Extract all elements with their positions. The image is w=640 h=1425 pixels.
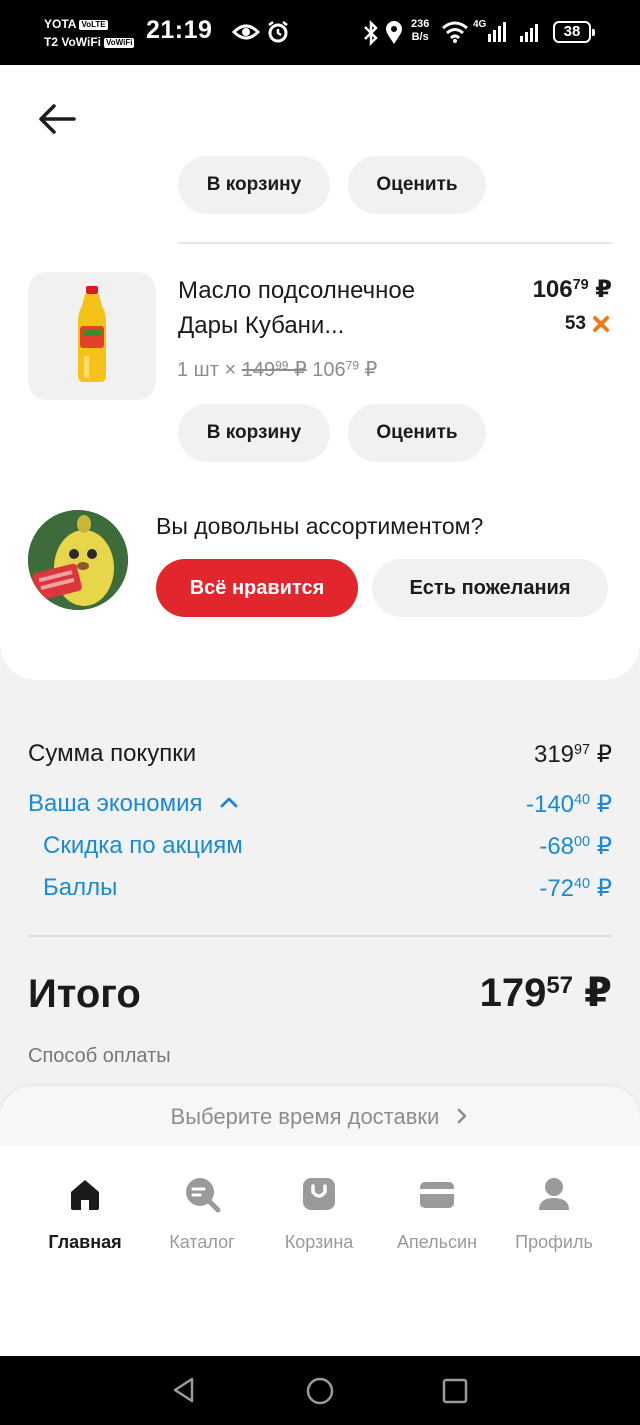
like-all-button[interactable]: Всё нравится — [156, 559, 358, 617]
profile-icon — [539, 1178, 569, 1210]
catalog-search-icon — [186, 1178, 221, 1213]
back-arrow-icon[interactable] — [36, 99, 78, 139]
product-price: 10679 ₽ — [532, 276, 612, 303]
sum-row: Сумма покупки 31997 ₽ — [28, 740, 612, 769]
economy-label[interactable]: Ваша экономия — [28, 790, 239, 819]
order-card: В корзину Оценить Масло подсолнечное Дар… — [0, 65, 640, 680]
summary-divider — [28, 935, 612, 937]
eye-icon — [232, 24, 260, 40]
carrier-2: T2 VoWiFi — [44, 35, 101, 49]
total-value: 17957 ₽ — [479, 971, 612, 1015]
economy-value: -14040 ₽ — [525, 791, 612, 818]
points-label: Баллы — [43, 874, 118, 901]
status-bar: YOTA VoLTE T2 VoWiFi VoWiFi 21:19 236 B/s … — [0, 0, 640, 65]
bottom-tab-bar: Главная Каталог Корзина Апельсин Профиль — [0, 1146, 640, 1356]
chevron-right-icon — [458, 1108, 467, 1124]
total-label: Итого — [28, 972, 141, 1016]
nav-home-icon[interactable] — [305, 1376, 335, 1406]
new-price: 10679 ₽ — [312, 358, 378, 381]
tab-catalog[interactable]: Каталог — [142, 1174, 262, 1253]
vowifi-badge: VoWiFi — [104, 38, 135, 48]
economy-row[interactable]: Ваша экономия -14040 ₽ — [28, 790, 612, 819]
tab-home[interactable]: Главная — [25, 1174, 145, 1253]
carrier-info: YOTA VoLTE T2 VoWiFi VoWiFi — [44, 15, 135, 51]
wifi-icon — [442, 21, 468, 43]
system-navigation-bar — [0, 1356, 640, 1425]
bluetooth-icon — [364, 20, 378, 46]
item-divider — [178, 242, 612, 244]
points-star-icon — [593, 316, 609, 332]
signal-icon-2 — [520, 24, 538, 42]
prev-add-to-cart-button[interactable]: В корзину — [178, 156, 330, 214]
points-value: -7240 ₽ — [539, 875, 612, 902]
promo-value: -6800 ₽ — [539, 833, 612, 860]
tab-apelsin[interactable]: Апельсин — [377, 1174, 497, 1253]
wishes-button[interactable]: Есть пожелания — [372, 559, 608, 617]
prev-rate-button[interactable]: Оценить — [348, 156, 486, 214]
delivery-label: Выберите время доставки — [170, 1104, 440, 1129]
product-points: 53 — [565, 313, 610, 335]
bag-icon — [303, 1178, 335, 1210]
mascot-icon — [28, 510, 128, 610]
volte-badge: VoLTE — [79, 20, 108, 30]
choose-delivery-time-button[interactable]: Выберите время доставки — [0, 1086, 640, 1148]
home-icon — [71, 1180, 99, 1210]
clock: 21:19 — [146, 16, 213, 44]
nav-recents-icon[interactable] — [442, 1378, 468, 1404]
mascot-avatar — [28, 510, 128, 610]
quantity-line: 1 шт × 14999 ₽ 10679 ₽ — [177, 358, 378, 381]
rate-button[interactable]: Оценить — [348, 404, 486, 462]
chevron-up-icon[interactable] — [219, 795, 239, 809]
feedback-question: Вы довольны ассортиментом? — [156, 513, 484, 539]
tab-cart[interactable]: Корзина — [259, 1174, 379, 1253]
sum-label: Сумма покупки — [28, 740, 197, 767]
payment-method-label: Способ оплаты — [28, 1045, 171, 1067]
promo-discount-row: Скидка по акциям -6800 ₽ — [43, 832, 612, 861]
product-name[interactable]: Масло подсолнечное Дары Кубани... — [178, 273, 498, 343]
carrier-1: YOTA — [44, 17, 77, 31]
tab-profile[interactable]: Профиль — [494, 1174, 614, 1253]
card-icon — [420, 1182, 454, 1208]
oil-bottle-icon — [78, 286, 106, 382]
add-to-cart-button[interactable]: В корзину — [178, 404, 330, 462]
location-icon — [386, 21, 402, 44]
product-image[interactable] — [28, 272, 156, 400]
nav-back-icon[interactable] — [170, 1376, 198, 1404]
signal-icon-1 — [488, 22, 506, 42]
old-price: 14999 ₽ — [241, 358, 307, 381]
promo-label: Скидка по акциям — [43, 832, 243, 859]
network-speed: 236 B/s — [411, 18, 430, 43]
points-row: Баллы -7240 ₽ — [43, 874, 612, 903]
battery-indicator: 38 — [553, 21, 595, 43]
sum-value: 31997 ₽ — [533, 741, 612, 768]
alarm-icon — [268, 21, 288, 43]
